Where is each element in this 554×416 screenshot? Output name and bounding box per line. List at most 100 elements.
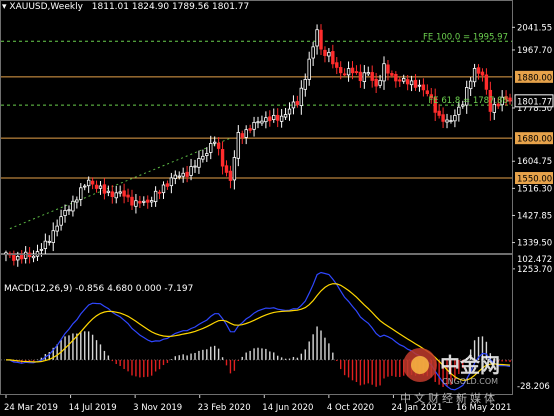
candle-down — [165, 183, 170, 187]
candle-down — [138, 201, 142, 204]
candle-up — [378, 79, 382, 86]
candle-up — [67, 209, 71, 212]
candle-up — [47, 240, 51, 243]
fib-level-label: FE 61.8 = 1787.86 — [428, 96, 508, 106]
candle-up — [197, 158, 201, 168]
candle-up — [23, 251, 28, 259]
price-axis: 2041.551967.701778.501604.751516.301427.… — [512, 23, 554, 275]
time-tick-label: 14 Jun 2020 — [262, 403, 313, 413]
candle-up — [181, 172, 185, 177]
candle-up — [142, 200, 146, 203]
candle-up — [346, 68, 351, 76]
candle-down — [122, 190, 126, 197]
candle-up — [327, 51, 331, 57]
price-tick-label: 1427.85 — [517, 211, 552, 221]
trendline-layer — [9, 137, 231, 230]
candle-up — [114, 192, 118, 199]
candle-up — [63, 209, 67, 216]
candle-up — [260, 120, 264, 124]
candle-down — [268, 116, 272, 122]
candle-down — [240, 133, 244, 138]
candle-down — [319, 29, 323, 50]
candle-up — [86, 179, 91, 187]
candle-up — [83, 185, 87, 188]
candle-down — [126, 194, 130, 198]
time-tick-label: 23 Feb 2020 — [198, 403, 251, 413]
candle-down — [12, 254, 16, 261]
candle-up — [299, 87, 304, 106]
candle-down — [508, 97, 512, 102]
level-price-label: 1880.00 — [517, 73, 552, 83]
macd-tick-label: 102.472 — [517, 255, 552, 265]
candle-down — [437, 110, 441, 116]
candle-up — [169, 177, 174, 187]
candle-down — [224, 165, 229, 173]
cngold-watermark: 中金网CNGOLD.COM 中文财经新媒体 — [400, 348, 500, 405]
candle-down — [130, 196, 134, 206]
last-price-label: 1801.77 — [517, 97, 552, 107]
time-tick-label: 24 Mar 2019 — [4, 403, 58, 413]
candle-up — [303, 79, 307, 90]
macd-axis: 102.472 -28.206 — [517, 255, 552, 392]
candle-up — [311, 46, 315, 59]
candle-up — [35, 251, 40, 257]
price-tick-label: 1604.75 — [517, 157, 552, 167]
candle-up — [16, 255, 20, 261]
chart-header: ▾ XAUUSD,Weekly 1811.01 1824.90 1789.56 … — [2, 2, 249, 13]
candle-up — [205, 153, 209, 156]
level-price-label: 1550.00 — [517, 175, 552, 185]
candle-down — [110, 191, 114, 197]
candle-up — [362, 72, 367, 82]
candle-up — [236, 132, 241, 159]
symbol-dropdown-icon[interactable]: ▾ — [2, 2, 7, 12]
candle-up — [445, 119, 449, 123]
candle-down — [185, 171, 189, 177]
candle-up — [134, 200, 138, 207]
candle-up — [472, 68, 477, 83]
time-tick-label: 4 Oct 2020 — [327, 403, 374, 413]
price-tick-label: 2041.55 — [517, 23, 552, 33]
candle-up — [173, 174, 178, 179]
candle-down — [394, 74, 398, 82]
candle-down — [102, 184, 107, 194]
candle-up — [79, 187, 83, 200]
candle-down — [94, 184, 99, 189]
fib-level-label: FE 100.0 = 1995.97 — [423, 32, 508, 42]
macd-label: MACD(12,26,9) -0.856 4.680 0.000 -7.197 — [4, 284, 194, 294]
candle-up — [291, 101, 296, 109]
candle-up — [272, 114, 276, 120]
candle-down — [335, 62, 339, 68]
candle-up — [201, 155, 205, 160]
candle-up — [449, 120, 453, 122]
candle-down — [358, 71, 363, 82]
level-price-label: 1680.00 — [517, 135, 552, 145]
candle-down — [374, 78, 378, 87]
cngold-brand: 中金网 — [440, 353, 500, 377]
candle-up — [153, 190, 158, 203]
candle-down — [398, 79, 402, 82]
candle-down — [146, 199, 150, 203]
candle-down — [323, 49, 327, 56]
macd-tick-label: -28.206 — [517, 382, 550, 392]
candle-up — [256, 121, 260, 124]
candle-down — [228, 170, 233, 181]
time-tick-label: 14 Jul 2019 — [69, 403, 117, 413]
cngold-logo-core-icon — [411, 356, 429, 374]
candle-up — [39, 248, 44, 251]
candle-down — [216, 142, 221, 149]
price-tick-label: 1967.70 — [517, 46, 552, 56]
candle-down — [354, 71, 359, 74]
price-tick-label: 1253.70 — [517, 265, 552, 275]
candle-down — [331, 51, 335, 65]
price-tick-label: 1339.50 — [517, 239, 552, 249]
candle-up — [315, 29, 319, 47]
candle-up — [118, 191, 122, 194]
candle-up — [409, 80, 414, 86]
candle-down — [20, 254, 24, 260]
candle-down — [480, 71, 485, 76]
candle-up — [264, 117, 268, 123]
candle-up — [149, 200, 154, 203]
candle-up — [55, 225, 59, 232]
ohlc-readout: 1811.01 1824.90 1789.56 1801.77 — [91, 2, 250, 12]
candle-up — [177, 175, 181, 178]
